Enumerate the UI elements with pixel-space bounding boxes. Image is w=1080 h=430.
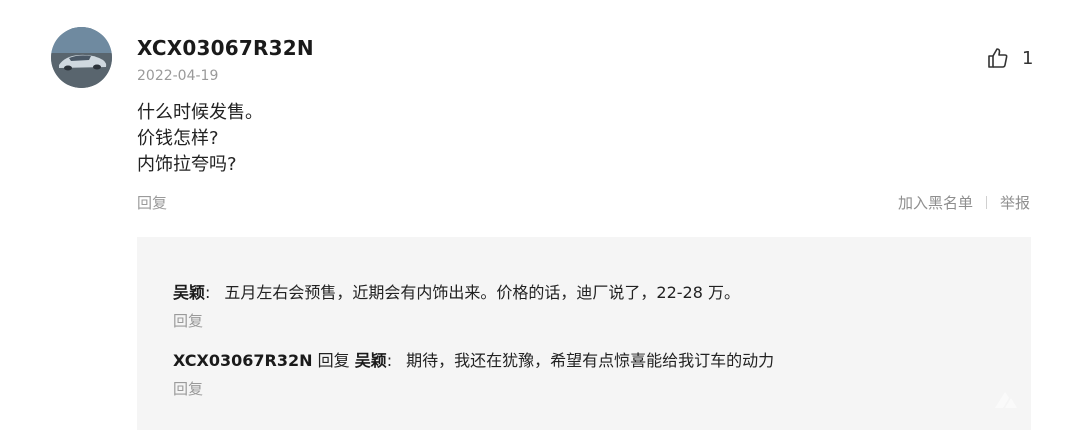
- reply-colon: :: [205, 283, 211, 302]
- comment-line: 什么时候发售。: [137, 102, 263, 123]
- report-button[interactable]: 举报: [1000, 192, 1030, 213]
- reply-author[interactable]: 吴颖: [173, 283, 205, 302]
- reply-button[interactable]: 回复: [173, 378, 203, 399]
- comment-username[interactable]: XCX03067R32N: [137, 36, 314, 60]
- comment-date: 2022-04-19: [137, 68, 219, 84]
- like-button[interactable]: 1: [986, 46, 1033, 70]
- reply-author[interactable]: XCX03067R32N: [173, 351, 312, 370]
- watermark: [991, 386, 1021, 416]
- comment-actions: 加入黑名单 举报: [898, 192, 1030, 213]
- reply-item: XCX03067R32N 回复 吴颖: 期待，我还在犹豫，希望有点惊喜能给我订车的…: [173, 347, 774, 371]
- reply-word: 回复: [317, 351, 350, 370]
- reply-text: 期待，我还在犹豫，希望有点惊喜能给我订车的动力: [406, 351, 775, 370]
- user-avatar[interactable]: [51, 27, 112, 88]
- watermark-logo-icon: [995, 392, 1017, 408]
- reply-item: 吴颖: 五月左右会预售，近期会有内饰出来。价格的话，迪厂说了，22-28 万。: [173, 279, 740, 303]
- reply-text: 五月左右会预售，近期会有内饰出来。价格的话，迪厂说了，22-28 万。: [224, 283, 740, 302]
- divider: [985, 196, 987, 209]
- comment-card: XCX03067R32N 2022-04-19 1 什么时候发售。 价钱怎样? …: [0, 0, 1080, 430]
- reply-thread: 吴颖: 五月左右会预售，近期会有内饰出来。价格的话，迪厂说了，22-28 万。 回…: [137, 237, 1031, 430]
- car-avatar-icon: [51, 27, 112, 88]
- comment-line: 内饰拉夸吗?: [137, 154, 237, 175]
- like-count: 1: [1022, 47, 1034, 69]
- reply-target[interactable]: 吴颖: [355, 351, 387, 370]
- reply-colon: :: [386, 351, 393, 370]
- thumbs-up-icon: [988, 48, 1008, 68]
- reply-button[interactable]: 回复: [173, 310, 203, 331]
- reply-button[interactable]: 回复: [137, 192, 167, 213]
- comment-body: 什么时候发售。 价钱怎样? 内饰拉夸吗?: [137, 100, 263, 178]
- blacklist-button[interactable]: 加入黑名单: [898, 192, 973, 213]
- comment-line: 价钱怎样?: [137, 128, 219, 149]
